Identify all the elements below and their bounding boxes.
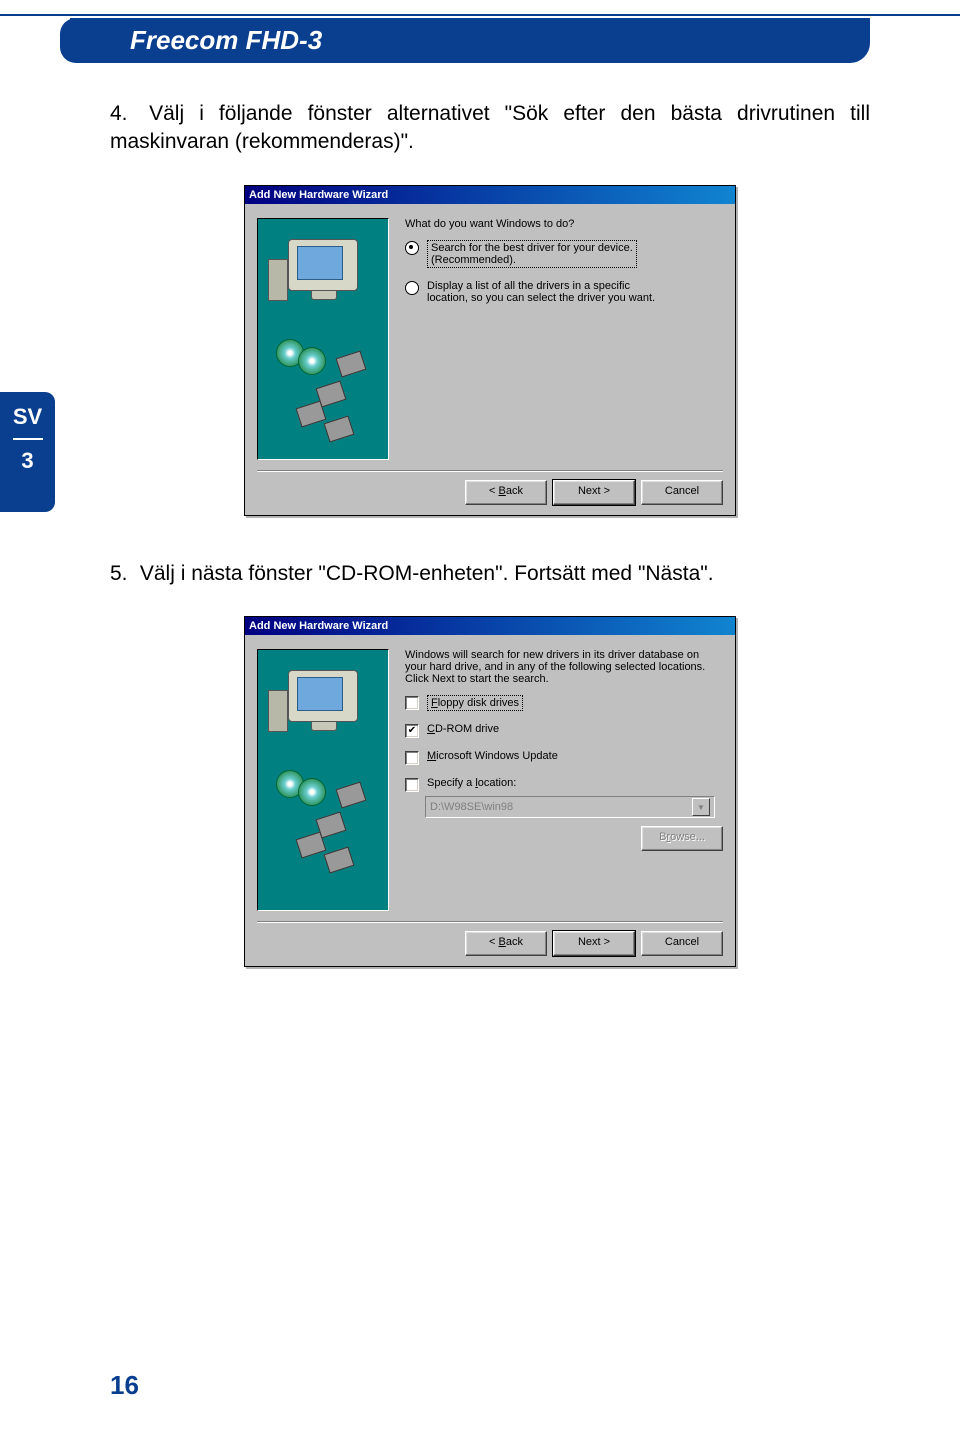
checkbox-icon xyxy=(405,751,419,765)
check-cdrom[interactable]: ✔ CD-ROM drive xyxy=(405,723,723,738)
back-button[interactable]: < Back xyxy=(465,480,547,505)
dialog1-options: What do you want Windows to do? Search f… xyxy=(405,218,723,460)
dialog1-option1-label: Search for the best driver for your devi… xyxy=(427,240,637,268)
step-5-text: Välj i nästa fönster "CD-ROM-enheten". F… xyxy=(140,562,714,585)
check-specify-location[interactable]: Specify a location: xyxy=(405,777,723,792)
dialog2-titlebar: Add New Hardware Wizard xyxy=(245,617,735,635)
dialog1-option-recommended[interactable]: Search for the best driver for your devi… xyxy=(405,240,723,268)
dialog1-prompt: What do you want Windows to do? xyxy=(405,218,723,230)
dialog1-buttons: < Back Next > Cancel xyxy=(257,480,723,505)
dialog-hardware-wizard-1: Add New Hardware Wizard What do you want… xyxy=(244,185,736,516)
step-4-number: 4. xyxy=(110,100,134,128)
dialog2-illustration xyxy=(257,649,389,911)
dropdown-icon: ▼ xyxy=(692,798,710,816)
dialog-hardware-wizard-2: Add New Hardware Wizard Windows will sea… xyxy=(244,616,736,967)
side-tab-divider xyxy=(13,438,43,440)
dialog2-buttons: < Back Next > Cancel xyxy=(257,931,723,956)
dialog1-option2-label: Display a list of all the drivers in a s… xyxy=(427,280,655,304)
radio-icon xyxy=(405,241,419,255)
step-4: 4. Välj i följande fönster alternativet … xyxy=(110,100,870,157)
radio-icon xyxy=(405,281,419,295)
check-floppy[interactable]: Floppy disk drives xyxy=(405,695,723,711)
dialog1-titlebar: Add New Hardware Wizard xyxy=(245,186,735,204)
step-5-number: 5. xyxy=(110,560,134,588)
content-area: 4. Välj i följande fönster alternativet … xyxy=(110,100,870,1011)
cancel-button[interactable]: Cancel xyxy=(641,480,723,505)
next-button[interactable]: Next > xyxy=(553,931,635,956)
page-top-rule xyxy=(0,0,960,16)
cancel-button[interactable]: Cancel xyxy=(641,931,723,956)
dialog1-option-list[interactable]: Display a list of all the drivers in a s… xyxy=(405,280,723,304)
dialog2-intro: Windows will search for new drivers in i… xyxy=(405,649,723,685)
checkbox-icon xyxy=(405,696,419,710)
dialog2-options: Windows will search for new drivers in i… xyxy=(405,649,723,911)
step-5: 5. Välj i nästa fönster "CD-ROM-enheten"… xyxy=(110,560,870,588)
document-title: Freecom FHD-3 xyxy=(70,25,322,56)
browse-button: Browse... xyxy=(641,826,723,851)
checkbox-icon: ✔ xyxy=(405,724,419,738)
location-path-value: D:\W98SE\win98 xyxy=(430,801,513,813)
next-button[interactable]: Next > xyxy=(553,480,635,505)
dialog1-illustration xyxy=(257,218,389,460)
page-header: Freecom FHD-3 xyxy=(70,18,870,63)
check-windows-update[interactable]: Microsoft Windows Update xyxy=(405,750,723,765)
side-tab-lang: SV xyxy=(0,404,55,430)
side-tab: SV 3 xyxy=(0,392,55,512)
location-path-input: D:\W98SE\win98 ▼ xyxy=(425,796,715,818)
side-tab-chapter: 3 xyxy=(0,448,55,474)
checkbox-icon xyxy=(405,778,419,792)
step-4-text: Välj i följande fönster alternativet "Sö… xyxy=(110,102,870,153)
back-button[interactable]: < Back xyxy=(465,931,547,956)
dialog1-separator xyxy=(257,470,723,472)
page-number: 16 xyxy=(110,1370,139,1401)
dialog2-separator xyxy=(257,921,723,923)
